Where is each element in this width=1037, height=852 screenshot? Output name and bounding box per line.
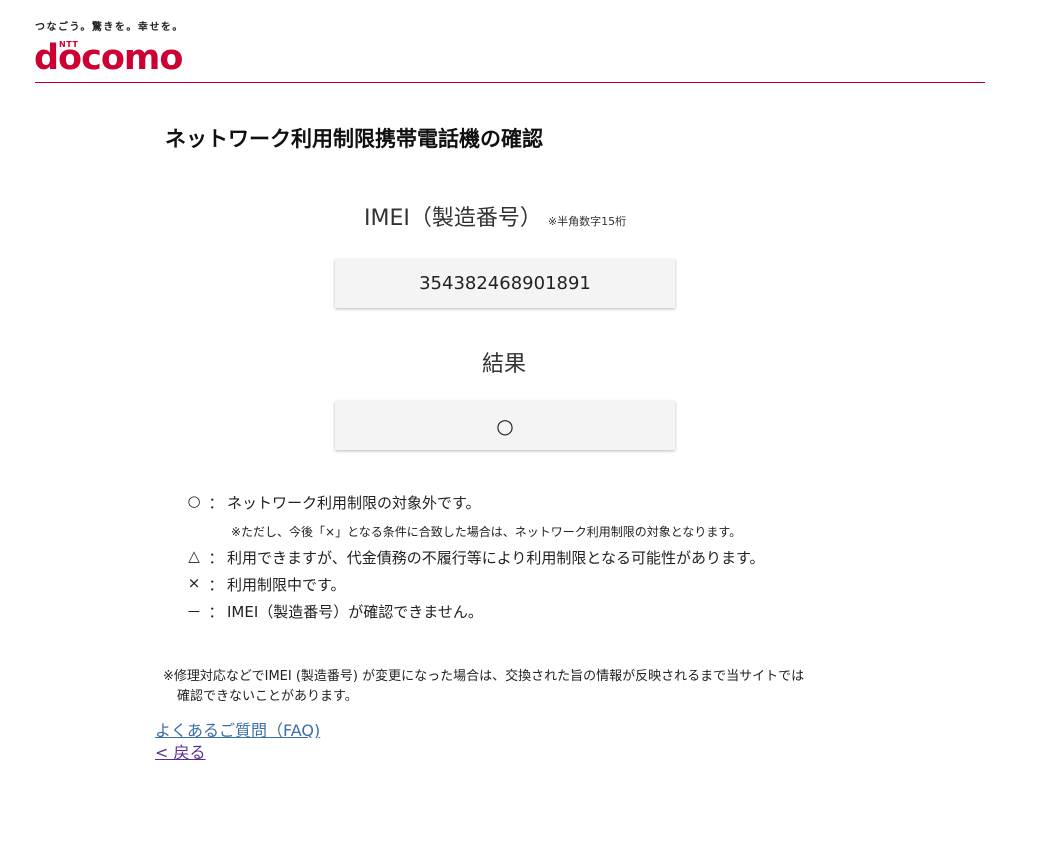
- legend-symbol: －: [186, 603, 202, 621]
- page-title: ネットワーク利用制限携帯電話機の確認: [165, 127, 543, 151]
- docomo-logo[interactable]: docomo: [34, 41, 183, 76]
- legend-colon: ：: [208, 549, 224, 567]
- footnote-line-1: ※修理対応などでIMEI (製造番号) が変更になった場合は、交換された旨の情報…: [163, 669, 805, 684]
- legend-sub-note: ※ただし、今後「×」となる条件に合致した場合は、ネットワーク利用制限の対象となり…: [231, 525, 742, 539]
- faq-link[interactable]: よくあるご質問（FAQ): [155, 717, 320, 741]
- legend-text: 利用できますが、代金債務の不履行等により利用制限となる可能性があります。: [227, 549, 765, 567]
- imei-value-box: 354382468901891: [335, 259, 675, 308]
- back-link[interactable]: < 戻る: [155, 739, 206, 763]
- legend-symbol: △: [188, 547, 200, 565]
- legend-row-caution: △ ： 利用できますが、代金債務の不履行等により利用制限となる可能性があります。: [183, 547, 764, 568]
- footnote: ※修理対応などでIMEI (製造番号) が変更になった場合は、交換された旨の情報…: [163, 667, 804, 707]
- legend-row-restricted: × ： 利用制限中です。: [183, 574, 346, 595]
- legend-colon: ：: [208, 494, 224, 512]
- legend-row-ok: ○ ： ネットワーク利用制限の対象外です。: [183, 492, 481, 513]
- legend-text: IMEI（製造番号）が確認できません。: [227, 603, 483, 621]
- legend-colon: ：: [208, 576, 224, 594]
- legend-text: ネットワーク利用制限の対象外です。: [227, 494, 481, 512]
- result-value-box: ○: [335, 401, 675, 450]
- footnote-line-2: 確認できないことがあります。: [177, 689, 358, 704]
- imei-label: IMEI（製造番号） ※半角数字15桁: [364, 200, 626, 232]
- imei-format-note: ※半角数字15桁: [547, 215, 627, 228]
- legend-text: 利用制限中です。: [227, 576, 346, 594]
- legend-symbol: ○: [187, 492, 201, 510]
- imei-value: 354382468901891: [419, 273, 591, 294]
- imei-label-text: IMEI（製造番号）: [364, 206, 542, 231]
- result-label: 結果: [482, 352, 527, 377]
- legend-row-unknown: － ： IMEI（製造番号）が確認できません。: [183, 601, 483, 622]
- legend-symbol: ×: [187, 574, 201, 592]
- legend-colon: ：: [208, 603, 224, 621]
- site-header: つなごう。驚きを。幸せを。 NTT docomo: [34, 16, 985, 84]
- header-divider: [35, 82, 985, 83]
- tagline: つなごう。驚きを。幸せを。: [35, 22, 184, 33]
- result-value: ○: [496, 413, 514, 438]
